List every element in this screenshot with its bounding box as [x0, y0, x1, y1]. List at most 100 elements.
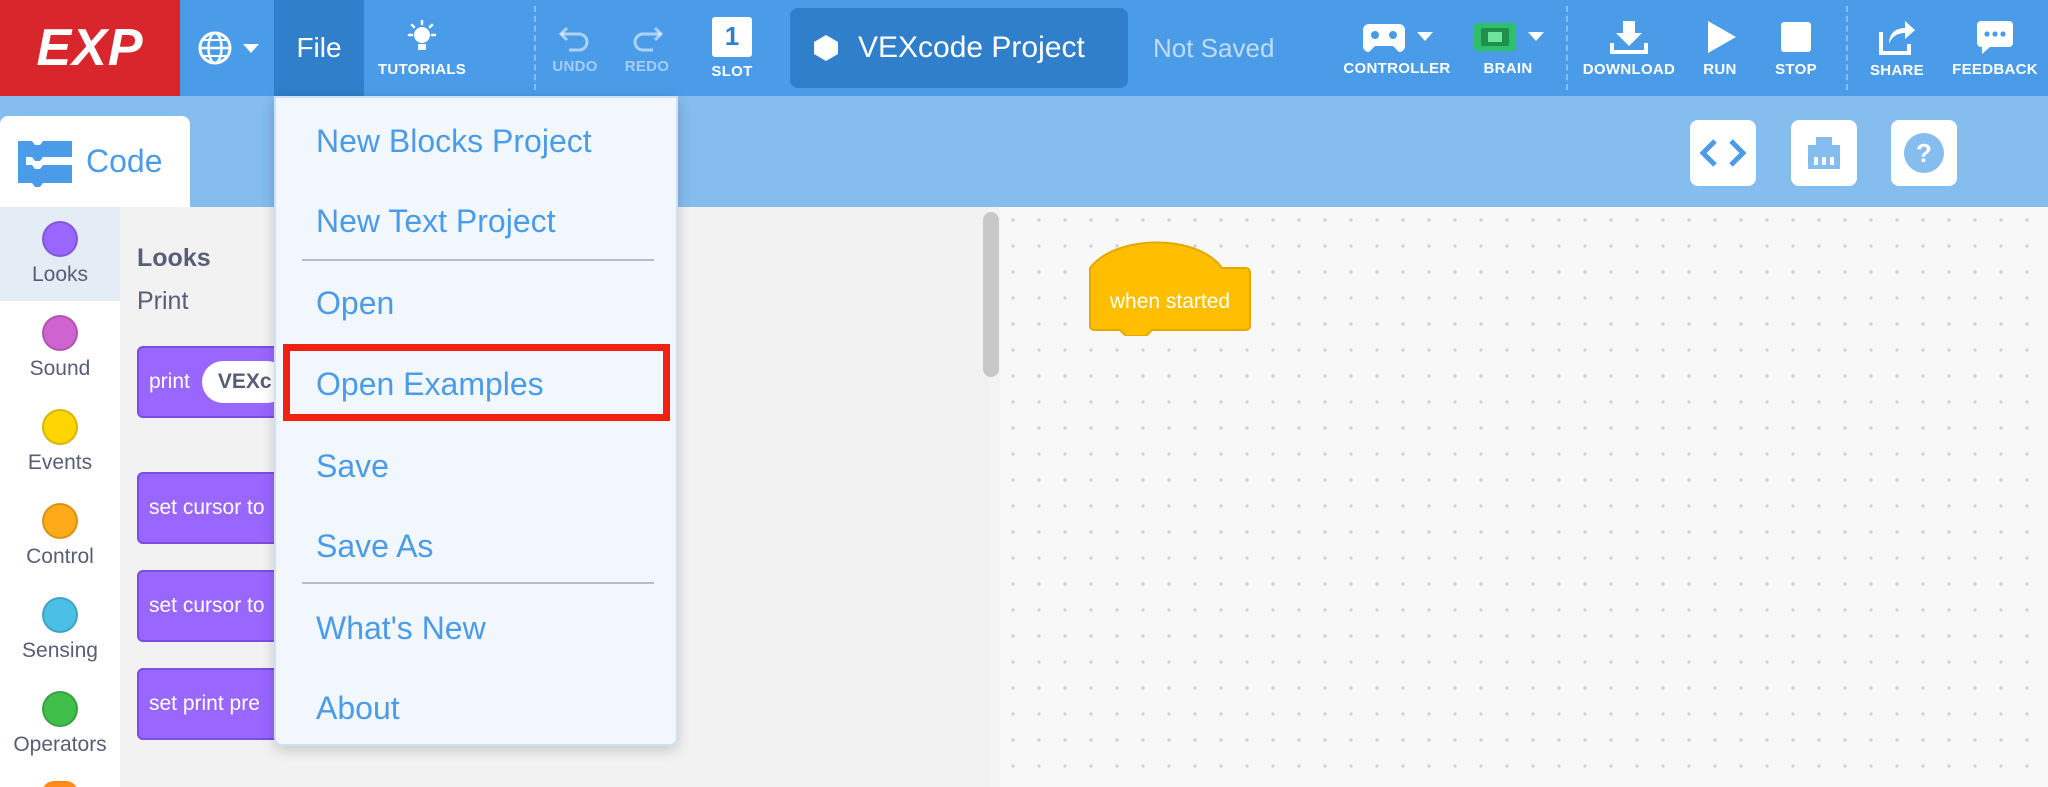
undo-button[interactable]: UNDO	[545, 0, 605, 96]
category-sound[interactable]: Sound	[0, 301, 120, 395]
brain-icon	[1474, 22, 1516, 51]
save-status: Not Saved	[1153, 32, 1275, 63]
project-name: VEXcode Project	[858, 31, 1085, 64]
download-button[interactable]: DOWNLOAD	[1578, 0, 1680, 96]
stop-button[interactable]: STOP	[1766, 0, 1826, 96]
category-label: Control	[26, 545, 94, 568]
feedback-label: FEEDBACK	[1952, 60, 2038, 78]
redo-icon	[633, 26, 664, 51]
when-started-block[interactable]	[1088, 240, 1252, 336]
menu-item-about[interactable]: About	[316, 690, 400, 727]
share-label: SHARE	[1869, 61, 1924, 79]
category-dot-icon	[42, 691, 78, 727]
menu-divider	[302, 582, 654, 584]
chevron-down-icon	[243, 43, 259, 53]
slot-label: SLOT	[711, 62, 753, 80]
menu-item-new-text-project[interactable]: New Text Project	[316, 203, 556, 240]
chevron-down-icon	[1417, 32, 1433, 41]
category-dot-icon	[42, 409, 78, 445]
undo-icon	[558, 26, 589, 51]
project-name-field[interactable]: VEXcode Project	[790, 8, 1128, 88]
controller-button[interactable]: CONTROLLER	[1343, 0, 1451, 96]
run-button[interactable]: RUN	[1690, 0, 1750, 96]
file-menu-button[interactable]: File	[274, 0, 364, 96]
menu-item-whats-new[interactable]: What's New	[316, 610, 486, 647]
brain-button[interactable]: BRAIN	[1468, 0, 1548, 96]
menu-item-open[interactable]: Open	[316, 285, 394, 322]
category-sidebar: Looks Sound Events Control Sensing Opera…	[0, 207, 120, 787]
set-cursor-block[interactable]: set cursor to	[137, 570, 297, 642]
slot-button[interactable]: 1 SLOT	[702, 0, 762, 96]
category-dot-icon	[42, 221, 78, 257]
devices-button[interactable]	[1791, 120, 1857, 186]
category-sensing[interactable]: Sensing	[0, 583, 120, 677]
code-brackets-icon	[1700, 139, 1746, 167]
top-toolbar: EXP File TUTORIALS UNDO REDO 1 SLOT VEXc…	[0, 0, 2048, 96]
category-label: Looks	[31, 263, 89, 286]
palette-scrollbar[interactable]	[983, 212, 999, 377]
category-label: Sensing	[22, 639, 98, 662]
toolbar-divider	[1846, 6, 1848, 90]
annotation-highlight-box	[283, 344, 670, 421]
category-label: Operators	[13, 733, 107, 756]
category-dot-icon	[42, 315, 78, 351]
palette-heading: Looks	[137, 244, 211, 272]
play-icon	[1708, 20, 1736, 53]
lightbulb-icon	[407, 19, 437, 50]
tab-code[interactable]: Code	[0, 116, 190, 207]
run-label: RUN	[1703, 60, 1737, 78]
brain-label: BRAIN	[1483, 59, 1533, 77]
set-print-precision-block[interactable]: set print pre	[137, 668, 297, 740]
stop-icon	[1781, 21, 1811, 52]
menu-item-save-as[interactable]: Save As	[316, 528, 433, 565]
category-dot-icon	[42, 503, 78, 539]
share-button[interactable]: SHARE	[1862, 0, 1932, 96]
block-label: set cursor to	[149, 496, 265, 519]
menu-divider	[302, 259, 654, 261]
svg-text:?: ?	[1916, 138, 1932, 168]
menu-item-save[interactable]: Save	[316, 448, 389, 485]
download-label: DOWNLOAD	[1582, 60, 1676, 78]
language-button[interactable]	[182, 0, 274, 96]
slot-number: 1	[724, 21, 740, 51]
when-started-label: when started	[1109, 290, 1231, 313]
category-next-dot-icon	[42, 781, 78, 787]
tutorials-label: TUTORIALS	[377, 60, 467, 78]
set-cursor-block[interactable]: set cursor to	[137, 472, 297, 544]
palette-subheading: Print	[137, 287, 189, 315]
category-label: Events	[27, 451, 93, 474]
category-events[interactable]: Events	[0, 395, 120, 489]
toolbar-divider	[534, 6, 536, 90]
file-menu: New Blocks Project New Text Project Open…	[274, 96, 678, 746]
undo-label: UNDO	[552, 57, 598, 75]
category-control[interactable]: Control	[0, 489, 120, 583]
block-label: set print pre	[149, 692, 260, 715]
category-label: Sound	[29, 357, 91, 380]
exp-logo: EXP	[0, 0, 180, 96]
category-looks[interactable]: Looks	[0, 207, 120, 301]
feedback-button[interactable]: FEEDBACK	[1944, 0, 2046, 96]
category-operators[interactable]: Operators	[0, 677, 120, 771]
stop-label: STOP	[1775, 60, 1817, 78]
share-icon	[1879, 20, 1915, 55]
redo-button[interactable]: REDO	[617, 0, 677, 96]
menu-item-new-blocks-project[interactable]: New Blocks Project	[316, 123, 592, 160]
help-icon: ?	[1904, 133, 1944, 173]
code-viewer-button[interactable]	[1690, 120, 1756, 186]
category-dot-icon	[42, 597, 78, 633]
block-label: set cursor to	[149, 594, 265, 617]
speech-bubble-icon	[1977, 20, 2013, 54]
slot-icon: 1	[712, 16, 752, 57]
controller-label: CONTROLLER	[1343, 59, 1451, 77]
download-icon	[1610, 20, 1648, 54]
toolbar-divider	[1566, 6, 1568, 90]
globe-icon	[198, 31, 232, 65]
controller-icon	[1363, 23, 1405, 52]
tutorials-button[interactable]: TUTORIALS	[372, 0, 472, 96]
code-blocks-icon	[18, 140, 72, 187]
hexagon-icon	[814, 35, 838, 61]
block-label: print	[149, 370, 190, 393]
device-port-icon	[1808, 137, 1840, 169]
redo-label: REDO	[624, 57, 670, 75]
help-button[interactable]: ?	[1891, 120, 1957, 186]
